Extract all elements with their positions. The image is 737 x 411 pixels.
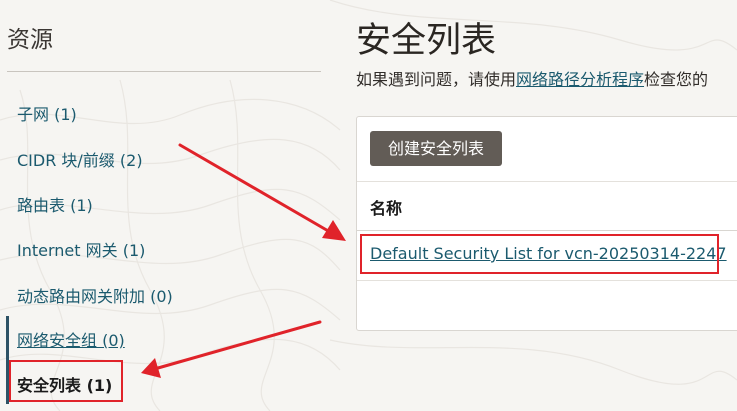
sidebar-item-network-security-groups[interactable]: 网络安全组 (0): [17, 327, 125, 351]
sidebar-item-internet-gateways[interactable]: Internet 网关 (1): [17, 237, 145, 261]
sidebar-title: 资源: [7, 27, 53, 53]
annotation-box-sidebar: [9, 360, 123, 402]
create-security-list-button[interactable]: 创建安全列表: [370, 131, 502, 166]
sidebar-item-drg-attachments[interactable]: 动态路由网关附加 (0): [17, 283, 173, 307]
column-header-name[interactable]: 名称: [370, 195, 402, 219]
sidebar-item-route-tables[interactable]: 路由表 (1): [17, 192, 93, 216]
table-row-divider: [357, 280, 737, 281]
toolbar-divider: [357, 181, 737, 182]
sidebar-divider: [7, 71, 321, 72]
annotation-box-row: [360, 234, 719, 274]
description-suffix: 检查您的: [644, 70, 709, 89]
network-path-analyzer-link[interactable]: 网络路径分析程序: [516, 70, 644, 89]
page-title: 安全列表: [356, 21, 497, 61]
sidebar-item-cidr-blocks[interactable]: CIDR 块/前缀 (2): [17, 147, 143, 171]
table-header-divider: [357, 230, 737, 231]
page-description: 如果遇到问题，请使用网络路径分析程序检查您的: [356, 66, 708, 90]
sidebar-item-subnets[interactable]: 子网 (1): [17, 101, 77, 125]
description-prefix: 如果遇到问题，请使用: [356, 70, 517, 89]
